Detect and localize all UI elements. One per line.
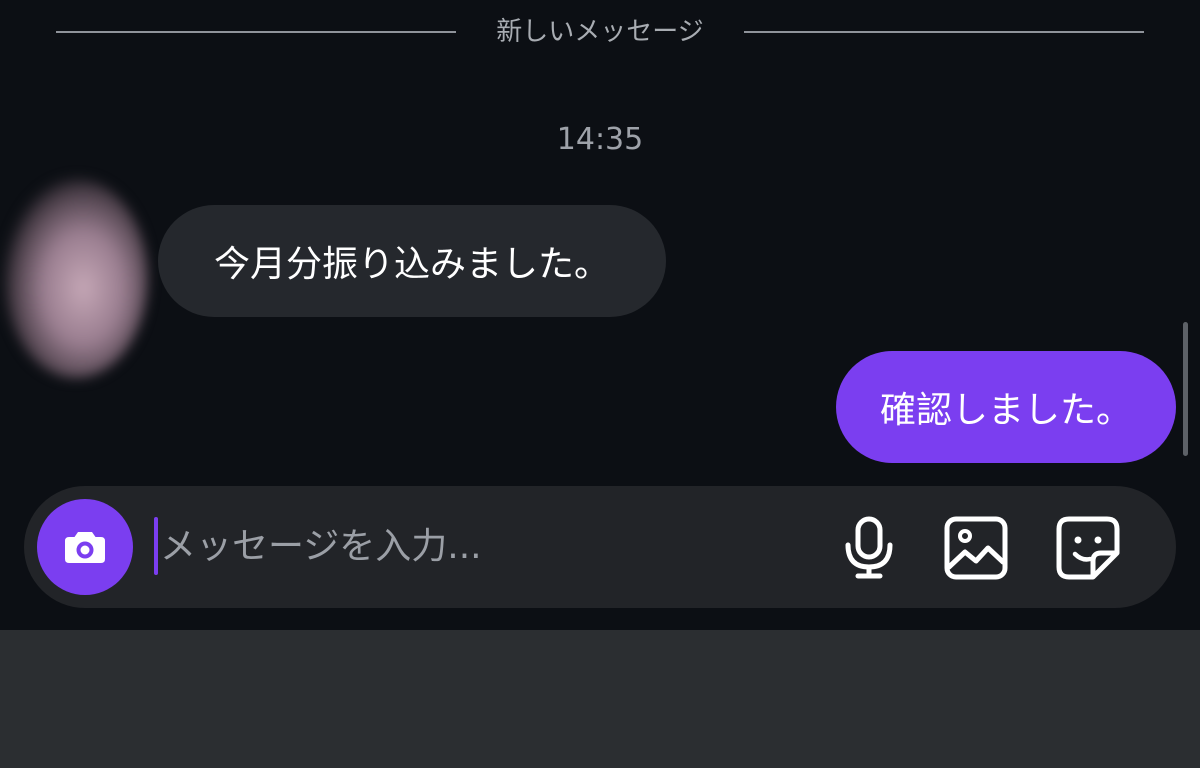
scrollbar-thumb[interactable]	[1183, 322, 1188, 456]
microphone-icon	[845, 516, 893, 579]
gallery-button[interactable]	[943, 515, 1009, 581]
sticker-button[interactable]	[1055, 515, 1121, 581]
new-messages-divider-line-left	[56, 31, 456, 33]
message-input[interactable]	[160, 518, 800, 574]
incoming-message-text: 今月分振り込みました。	[213, 244, 610, 285]
sender-avatar[interactable]	[4, 178, 148, 378]
camera-button[interactable]	[37, 499, 133, 595]
chat-screen: 新しいメッセージ 14:35 今月分振り込みました。 確認しました。	[0, 0, 1200, 768]
camera-icon	[65, 532, 105, 563]
text-caret	[154, 517, 158, 575]
outgoing-message-bubble[interactable]: 確認しました。	[836, 351, 1176, 463]
voice-message-button[interactable]	[836, 515, 902, 581]
message-timestamp: 14:35	[556, 122, 644, 157]
outgoing-message-text: 確認しました。	[879, 390, 1132, 431]
incoming-message-bubble[interactable]: 今月分振り込みました。	[158, 205, 666, 317]
keyboard-area-placeholder	[0, 630, 1200, 768]
sticker-icon	[1056, 516, 1120, 580]
image-icon	[944, 516, 1008, 580]
new-messages-divider-label: 新しいメッセージ	[496, 17, 704, 47]
new-messages-divider-line-right	[744, 31, 1144, 33]
